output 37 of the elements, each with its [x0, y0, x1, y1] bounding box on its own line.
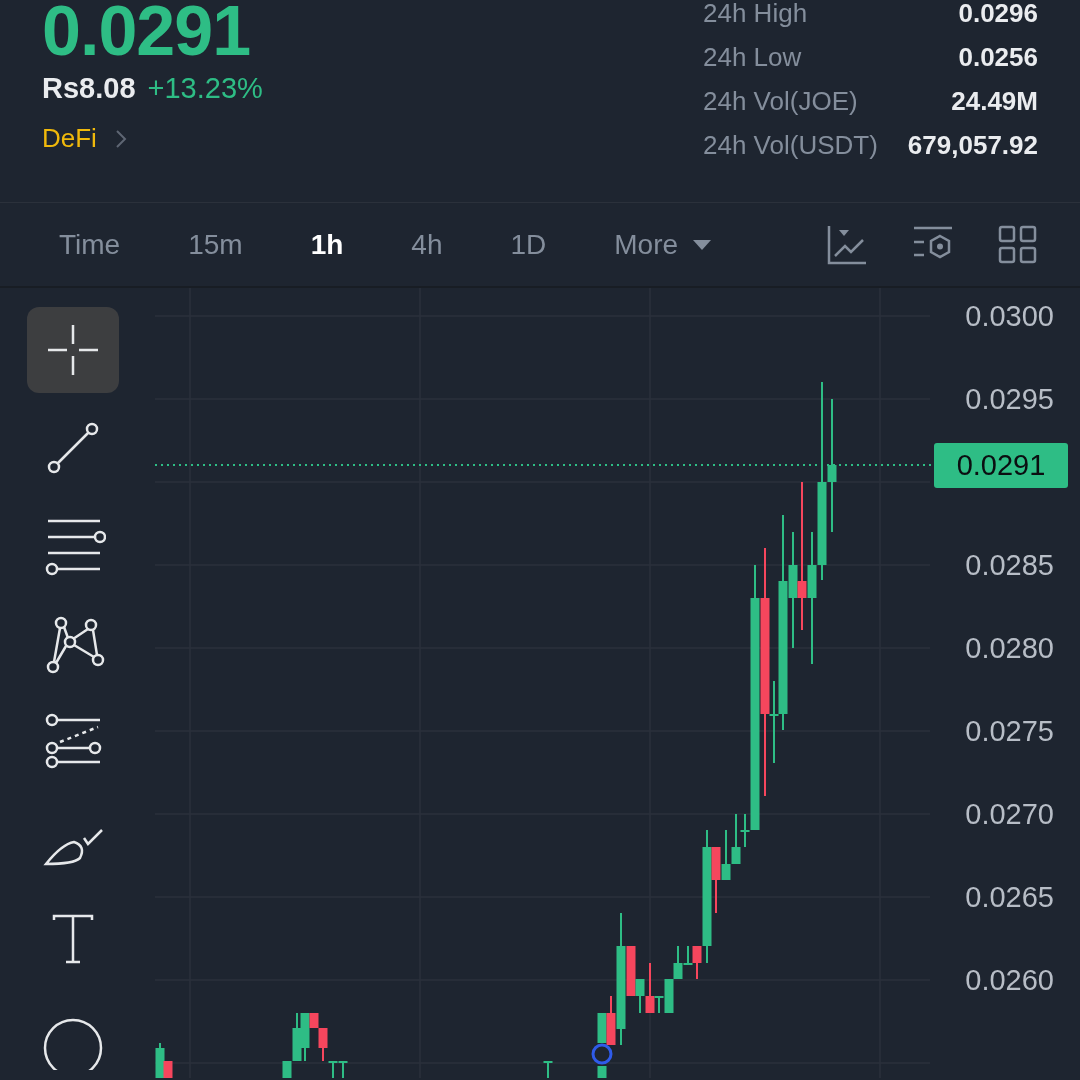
price-axis-label: 0.0300 — [965, 299, 1054, 333]
fiat-price: Rs8.08 — [42, 72, 136, 105]
interval-tab[interactable]: 4h — [411, 228, 443, 261]
chevron-icon — [114, 128, 127, 149]
price-axis-label: 0.0280 — [965, 631, 1054, 665]
interval-tab[interactable]: 15m — [188, 228, 243, 261]
price-axis-label: 0.0295 — [965, 382, 1054, 416]
grid-icon[interactable] — [998, 224, 1038, 265]
caret-icon — [692, 238, 713, 251]
interval-tab[interactable]: Time — [59, 228, 121, 261]
crosshair-tool-button[interactable] — [26, 307, 119, 394]
price-axis-label: 0.0270 — [965, 797, 1054, 831]
interval-tab[interactable]: 1h — [310, 228, 344, 261]
stat-value: 0.0256 — [957, 42, 1038, 72]
line-chart-icon[interactable] — [826, 223, 868, 266]
stat-value: 679,057.92 — [907, 130, 1038, 160]
stat-label: 24h High — [703, 0, 809, 28]
stat-label: 24h Low — [703, 42, 803, 72]
price-axis-label: 0.0260 — [965, 963, 1054, 997]
candlestick — [721, 829, 731, 881]
stat-label: 24h Vol(JOE) — [703, 86, 859, 116]
marker-circle-icon — [591, 1043, 613, 1065]
category-link[interactable]: DeFi — [42, 123, 97, 154]
last-price: 0.0291 — [42, 0, 252, 66]
candlestick — [597, 1065, 607, 1078]
price-axis-label: 0.0275 — [965, 714, 1054, 748]
stat-value: 24.49M — [950, 86, 1038, 116]
price-change: +13.23% — [147, 72, 263, 105]
candlestick — [338, 1060, 348, 1078]
candlestick — [543, 1060, 553, 1078]
price-axis-label: 0.0285 — [965, 548, 1054, 582]
interval-tab[interactable]: More — [614, 228, 713, 261]
stat-label: 24h Vol(USDT) — [703, 130, 878, 160]
current-price-tag: 0.0291 — [934, 443, 1068, 488]
stat-value: 0.0296 — [957, 0, 1038, 28]
price-axis-label: 0.0265 — [965, 880, 1054, 914]
interval-tab[interactable]: 1D — [510, 228, 547, 261]
